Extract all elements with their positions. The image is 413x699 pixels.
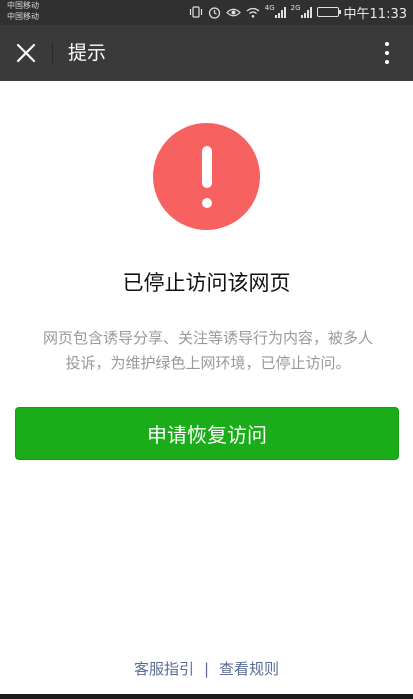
bottom-edge	[0, 694, 413, 699]
network-type-2: 2G	[290, 3, 301, 12]
notice-heading: 已停止访问该网页	[122, 271, 291, 295]
eye-icon	[225, 4, 241, 20]
carrier-label-1: 中国移动	[7, 1, 39, 10]
exclamation-icon	[201, 145, 212, 208]
more-vertical-icon	[385, 42, 389, 46]
description-line-2: 投诉，为维护绿色上网环境，已停止访问。	[65, 354, 351, 372]
request-restore-button[interactable]: 申请恢复访问	[15, 407, 399, 460]
notice-description: 网页包含诱导分享、关注等诱导行为内容，被多人 投诉，为维护绿色上网环境，已停止访…	[28, 326, 388, 376]
clock: 中午11:33	[343, 6, 407, 22]
page-title: 提示	[68, 42, 107, 64]
signal-icon-2: 2G	[291, 4, 312, 20]
more-button[interactable]	[377, 37, 397, 69]
customer-service-link[interactable]: 客服指引	[134, 660, 194, 678]
close-button[interactable]	[10, 37, 42, 69]
description-line-1: 网页包含诱导分享、关注等诱导行为内容，被多人	[42, 329, 373, 347]
wifi-icon	[246, 4, 260, 20]
footer-separator: |	[203, 660, 210, 678]
view-rules-link[interactable]: 查看规则	[219, 660, 279, 678]
close-icon	[16, 43, 36, 63]
title-bar: 提示	[0, 25, 413, 81]
alarm-icon	[208, 4, 221, 20]
battery-icon	[316, 4, 341, 20]
network-type-1: 4G	[264, 3, 275, 12]
status-bar: 中国移动 中国移动 4G 2G 中午11:33	[0, 0, 413, 25]
status-icons: 4G 2G 中午11:33	[189, 3, 407, 22]
footer-links: 客服指引 | 查看规则	[0, 658, 413, 680]
title-divider	[52, 42, 53, 64]
vibrate-icon	[189, 4, 203, 20]
signal-icon-1: 4G	[265, 4, 286, 20]
carrier-label-2: 中国移动	[7, 12, 39, 21]
warning-icon	[153, 123, 260, 230]
